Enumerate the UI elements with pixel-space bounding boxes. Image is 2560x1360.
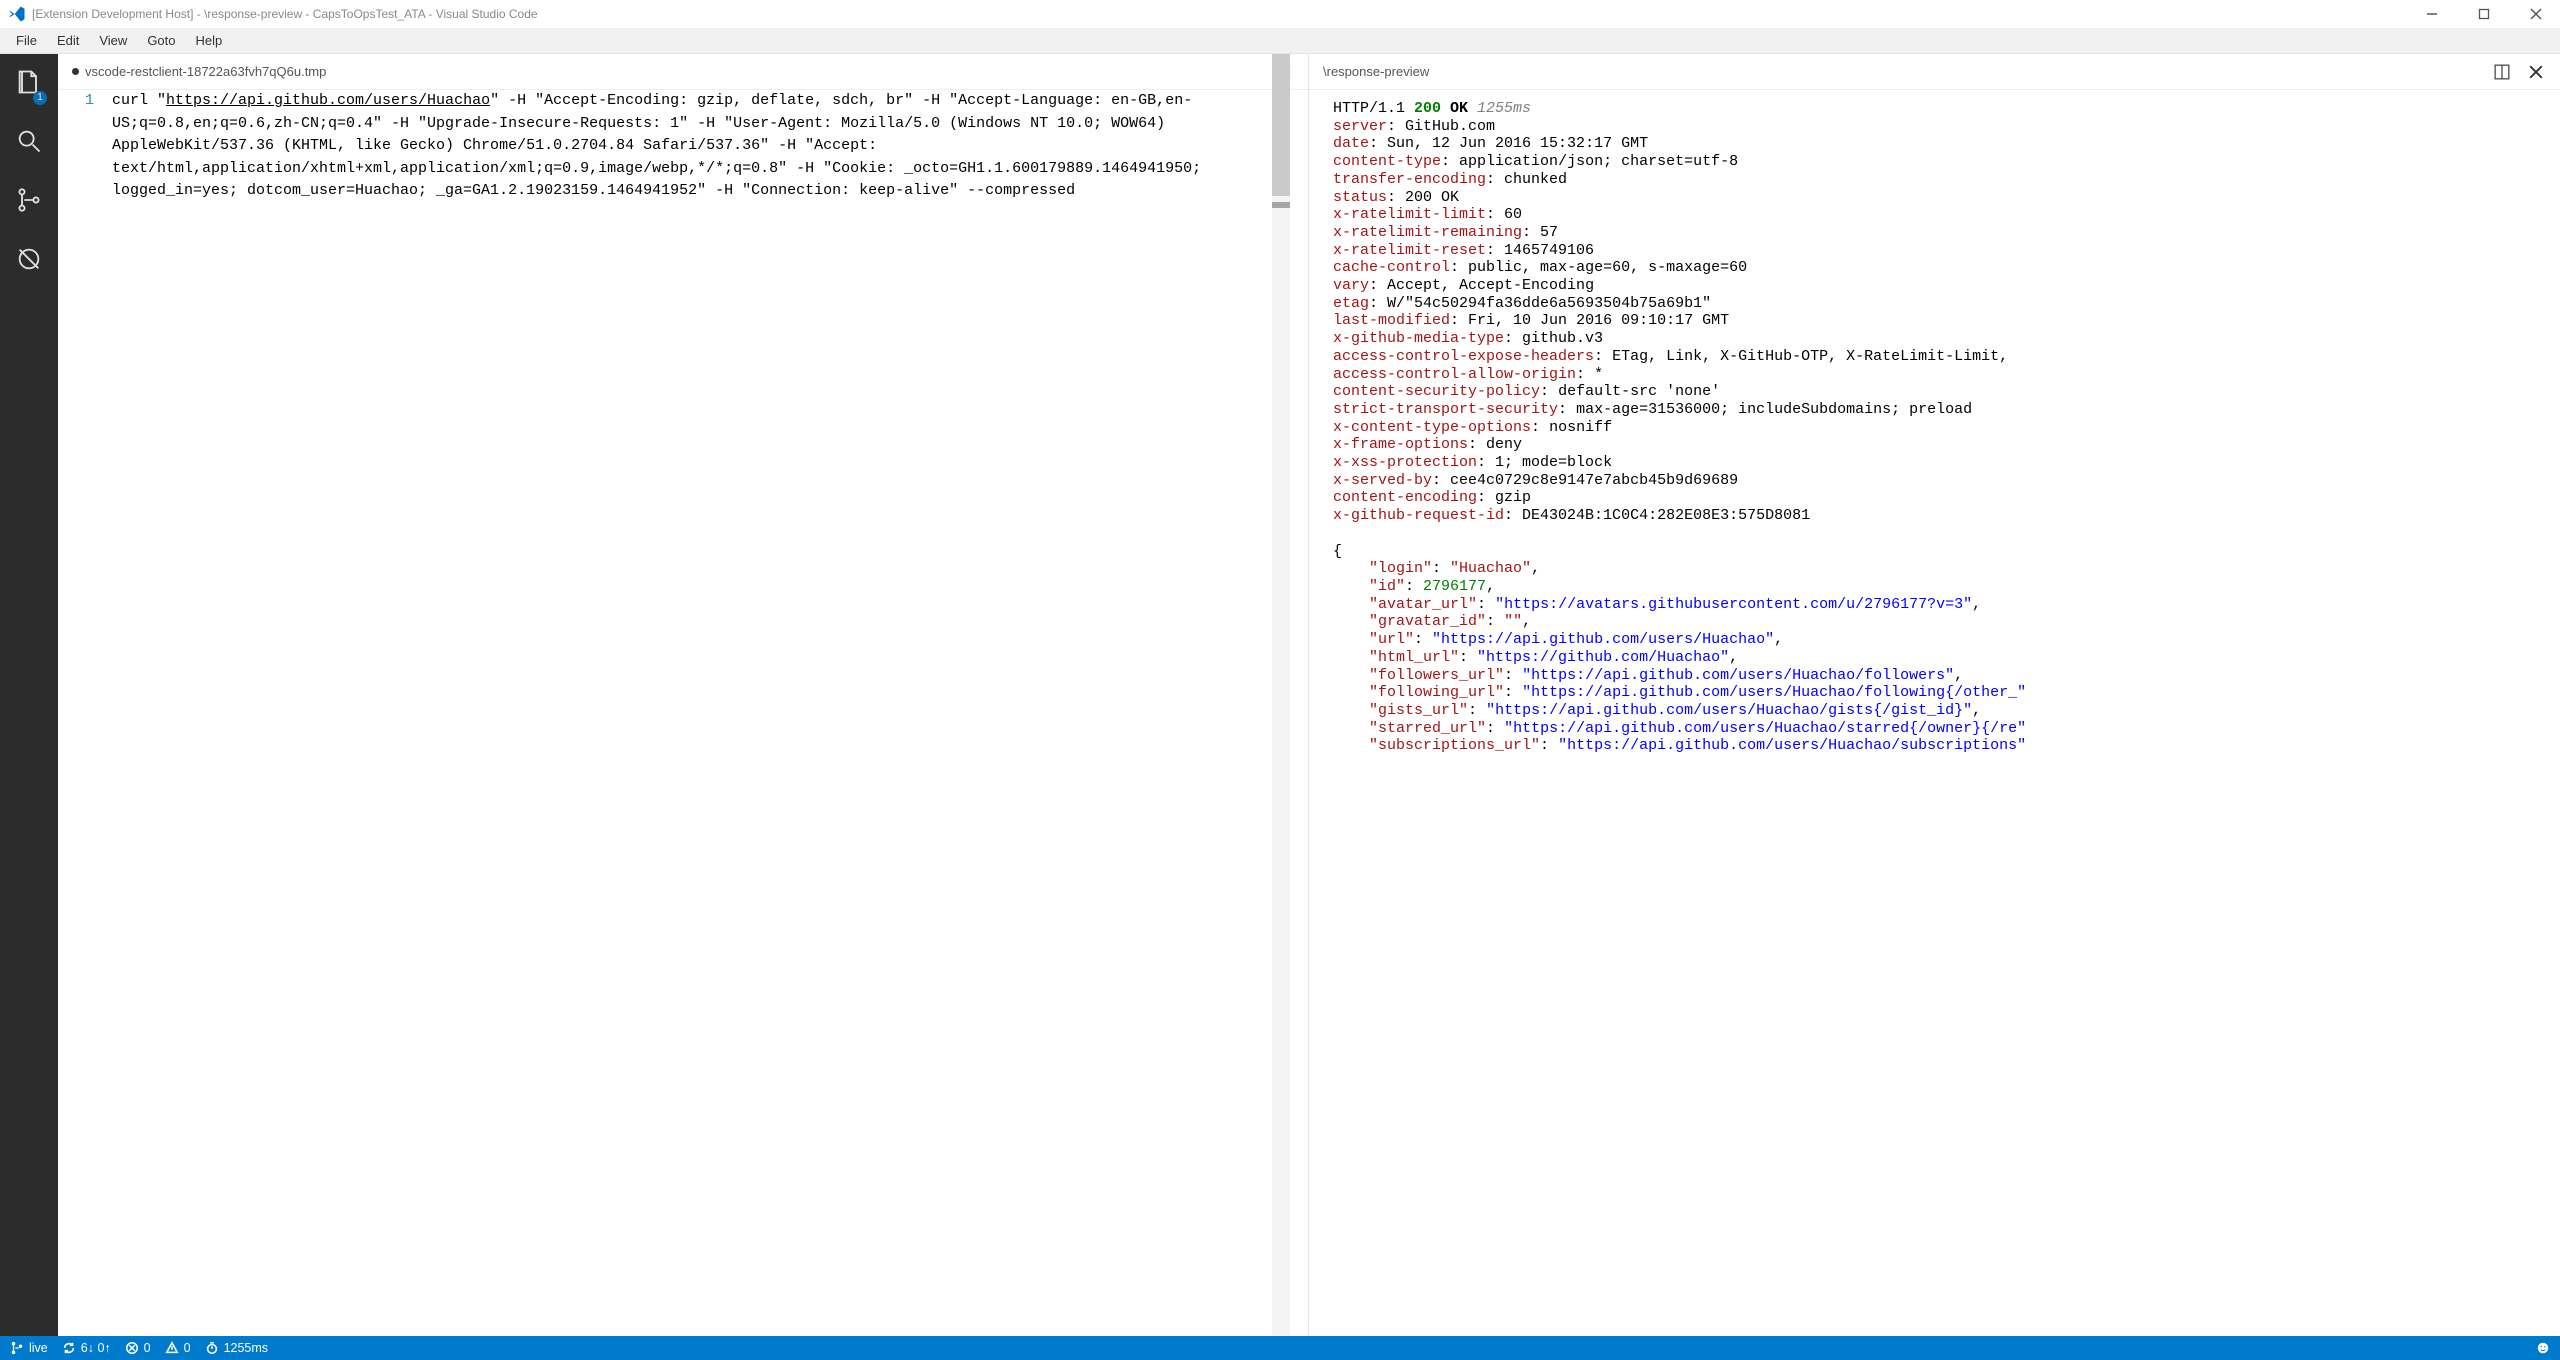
menu-item-file[interactable]: File (6, 31, 47, 50)
response-preview[interactable]: HTTP/1.1 200 OK 1255ms server: GitHub.co… (1309, 90, 2560, 1336)
maximize-button[interactable] (2472, 2, 2496, 26)
sync-text: 6↓ 0↑ (81, 1341, 111, 1355)
close-preview-button[interactable] (2526, 62, 2546, 82)
code-content[interactable]: curl "https://api.github.com/users/Huach… (112, 90, 1308, 203)
warnings-indicator[interactable]: 0 (165, 1341, 191, 1355)
right-editor-pane: \response-preview HTTP/1.1 200 OK 1255ms… (1309, 54, 2560, 1336)
menu-item-view[interactable]: View (89, 31, 137, 50)
menubar: FileEditViewGotoHelp (0, 28, 2560, 54)
feedback-smiley-icon[interactable] (2536, 1341, 2550, 1355)
request-timer[interactable]: 1255ms (205, 1341, 268, 1355)
explorer-icon[interactable]: 1 (15, 68, 43, 101)
explorer-badge: 1 (33, 91, 47, 105)
left-editor-pane: vscode-restclient-18722a63fvh7qQ6u.tmp 1… (58, 54, 1309, 1336)
menu-item-goto[interactable]: Goto (137, 31, 185, 50)
statusbar: live 6↓ 0↑ 0 0 1255ms (0, 1336, 2560, 1360)
activitybar: 1 (0, 54, 58, 1336)
errors-count: 0 (144, 1341, 151, 1355)
minimize-button[interactable] (2420, 2, 2444, 26)
minimap-scrollbar[interactable] (1266, 54, 1290, 1336)
dirty-indicator-icon (72, 68, 79, 75)
left-tab-title[interactable]: vscode-restclient-18722a63fvh7qQ6u.tmp (85, 64, 326, 79)
code-editor[interactable]: 1 curl "https://api.github.com/users/Hua… (58, 90, 1308, 1336)
request-url[interactable]: https://api.github.com/users/Huachao (166, 92, 490, 109)
close-button[interactable] (2524, 2, 2548, 26)
warnings-count: 0 (184, 1341, 191, 1355)
branch-name: live (29, 1341, 48, 1355)
errors-indicator[interactable]: 0 (125, 1341, 151, 1355)
git-branch-indicator[interactable]: live (10, 1341, 48, 1355)
sync-indicator[interactable]: 6↓ 0↑ (62, 1341, 111, 1355)
line-number: 1 (58, 90, 112, 203)
window-title: [Extension Development Host] - \response… (32, 7, 2414, 21)
left-tab-row: vscode-restclient-18722a63fvh7qQ6u.tmp (58, 54, 1308, 90)
window-titlebar: [Extension Development Host] - \response… (0, 0, 2560, 28)
main-area: 1 vscode-restclient-18722a63fvh7qQ6u.tmp (0, 54, 2560, 1336)
timer-text: 1255ms (224, 1341, 268, 1355)
right-tab-title[interactable]: \response-preview (1323, 64, 1429, 79)
search-icon[interactable] (15, 127, 43, 160)
menu-item-edit[interactable]: Edit (47, 31, 89, 50)
menu-item-help[interactable]: Help (186, 31, 233, 50)
editor-split: vscode-restclient-18722a63fvh7qQ6u.tmp 1… (58, 54, 2560, 1336)
source-control-icon[interactable] (15, 186, 43, 219)
right-tab-row: \response-preview (1309, 54, 2560, 90)
vscode-logo-icon (8, 5, 26, 23)
split-editor-button[interactable] (2492, 62, 2512, 82)
debug-icon[interactable] (15, 245, 43, 278)
window-controls (2420, 2, 2548, 26)
